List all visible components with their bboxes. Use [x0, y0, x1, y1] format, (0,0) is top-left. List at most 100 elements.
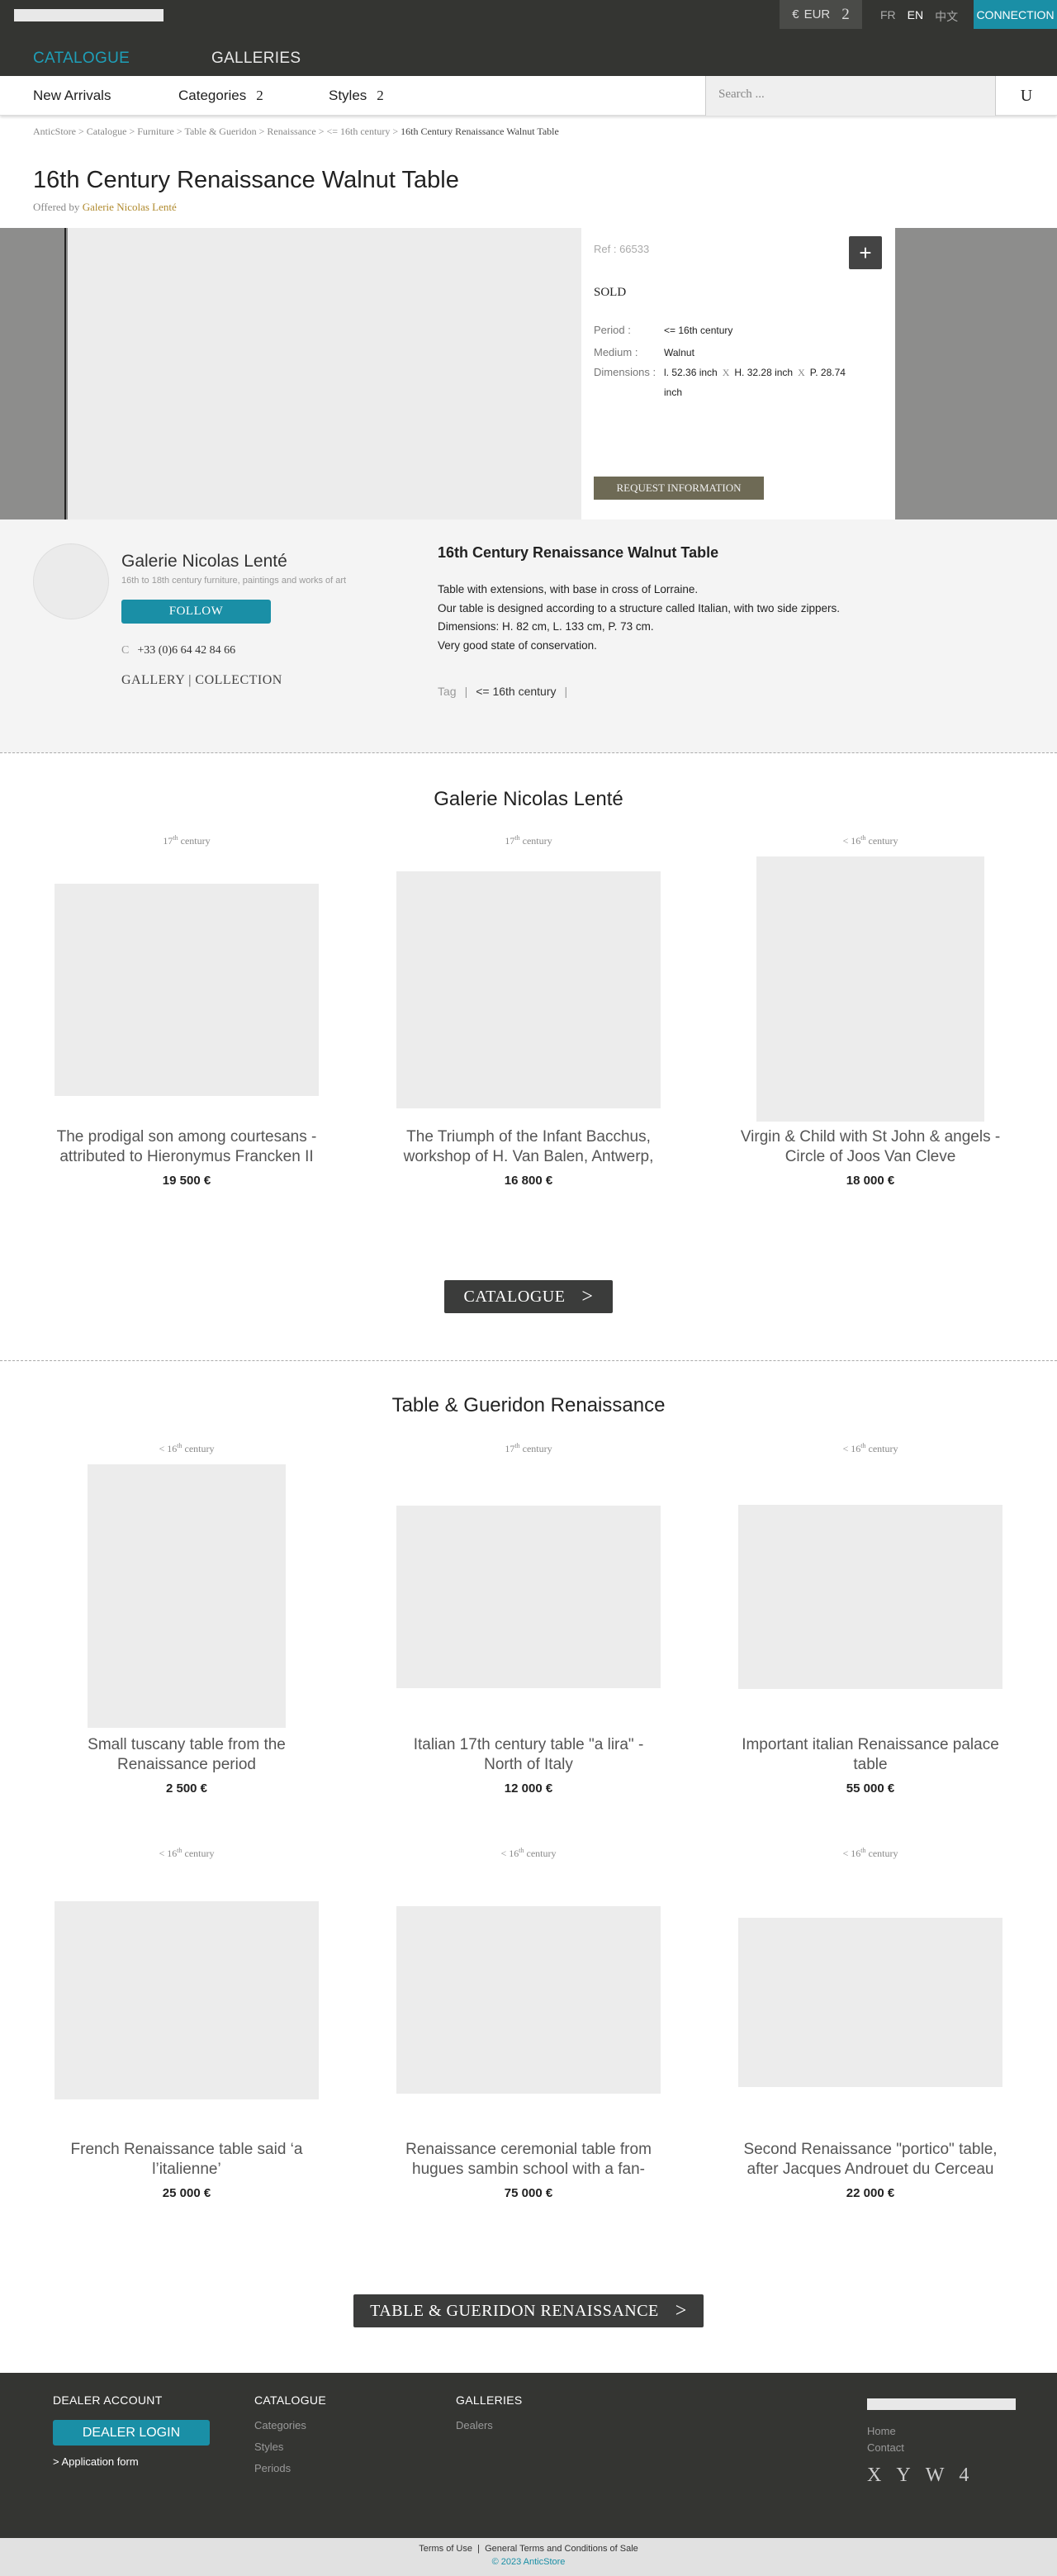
twitter-icon[interactable]: X	[867, 2465, 881, 2487]
lang-fr[interactable]: FR	[880, 8, 896, 25]
search-input[interactable]: Search ...	[705, 76, 996, 116]
footer-heading[interactable]: CATALOGUE	[254, 2393, 326, 2407]
conditions-link[interactable]: General Terms and Conditions of Sale	[485, 2544, 638, 2554]
card-title-line: Second Renaissance "portico" table,	[743, 2141, 998, 2158]
dealer-name[interactable]: Galerie Nicolas Lenté	[121, 552, 287, 572]
century-label: century	[526, 1848, 557, 1859]
phone-icon: C	[121, 644, 130, 657]
breadcrumb-item[interactable]: AnticStore	[33, 126, 76, 137]
breadcrumb-item[interactable]: Renaissance	[267, 126, 315, 137]
collection-link[interactable]: COLLECTION	[195, 673, 282, 687]
lang-zh[interactable]: 中文	[935, 8, 958, 25]
catalogue-button[interactable]: CATALOGUE >	[444, 1280, 613, 1313]
card-image[interactable]	[396, 1506, 661, 1688]
footer-heading[interactable]: GALLERIES	[456, 2393, 523, 2407]
century-suffix: th	[519, 1847, 524, 1854]
gallery-link[interactable]: GALLERY	[121, 673, 185, 687]
offered-by-label: Offered by	[33, 201, 80, 213]
subnav-categories[interactable]: Categories 2	[178, 88, 263, 104]
breadcrumb-item[interactable]: Catalogue	[87, 126, 127, 137]
card-image[interactable]	[738, 1505, 1002, 1689]
century-label: century	[522, 1443, 552, 1454]
card-price: 19 500 €	[162, 1174, 211, 1188]
application-form-link[interactable]: > Application form	[53, 2455, 139, 2468]
card-title-line: Virgin & Child with St John & angels -	[740, 1128, 1001, 1146]
breadcrumb-item[interactable]: Furniture	[137, 126, 174, 137]
footer-logo[interactable]	[867, 2398, 1016, 2410]
currency-selector[interactable]: € EUR 2	[780, 0, 862, 29]
card-title[interactable]: Virgin & Child with St John & angels - Ci…	[705, 1127, 1036, 1167]
card-title[interactable]: Renaissance ceremonial table from hugues …	[363, 2140, 694, 2180]
century-label: century	[522, 835, 552, 847]
search-icon[interactable]: U	[996, 76, 1057, 116]
youtube-icon[interactable]: Y	[896, 2465, 910, 2487]
dealer-avatar[interactable]	[33, 543, 109, 619]
tag-item[interactable]: <= 16th century	[476, 685, 556, 698]
weibo-icon[interactable]: W	[926, 2465, 945, 2487]
breadcrumb-separator: >	[78, 126, 84, 137]
dealer-link[interactable]: Galerie Nicolas Lenté	[83, 201, 177, 213]
card-title-line: after Jacques Androuet du Cerceau	[747, 2161, 994, 2178]
card-image[interactable]	[396, 871, 661, 1108]
card-title-line: attributed to Hieronymus Francken II	[59, 1148, 314, 1165]
card-title[interactable]: Second Renaissance "portico" table, after…	[705, 2140, 1036, 2180]
century-suffix: th	[860, 834, 866, 842]
breadcrumb-item[interactable]: Table & Gueridon	[184, 126, 256, 137]
description-title: 16th Century Renaissance Walnut Table	[438, 544, 719, 561]
terms-link[interactable]: Terms of Use	[419, 2544, 472, 2554]
dealer-links: GALLERY | COLLECTION	[121, 673, 282, 688]
breadcrumb-separator: >	[129, 126, 135, 137]
dimension-separator: X	[722, 367, 730, 378]
footer-link-contact[interactable]: Contact	[867, 2440, 904, 2456]
follow-button[interactable]: FOLLOW	[121, 600, 271, 624]
card-image[interactable]	[88, 1464, 286, 1728]
footer-link-periods[interactable]: Periods	[254, 2458, 326, 2479]
century-prefix: <	[842, 835, 849, 847]
breadcrumb-item[interactable]: <= 16th century	[326, 126, 390, 137]
card-title[interactable]: Small tuscany table from the Renaissance …	[21, 1735, 352, 1775]
card-image[interactable]	[55, 884, 319, 1096]
footer-link-home[interactable]: Home	[867, 2423, 904, 2440]
subnav-new-arrivals[interactable]: New Arrivals	[33, 88, 111, 104]
card-title[interactable]: The Triumph of the Infant Bacchus, worksh…	[363, 1127, 694, 1167]
card-image[interactable]	[396, 1906, 661, 2094]
dealer-login-button[interactable]: DEALER LOGIN	[53, 2420, 210, 2446]
subnav-styles[interactable]: Styles 2	[329, 88, 384, 104]
thumbnail-strip[interactable]	[0, 228, 66, 519]
card-title[interactable]: Italian 17th century table "a lira" - Nor…	[363, 1735, 694, 1775]
copyright: © 2023 AnticStore	[491, 2557, 566, 2567]
spec-value: <= 16th century	[664, 325, 733, 336]
connection-button[interactable]: CONNECTION	[974, 0, 1057, 29]
century-suffix: th	[860, 1847, 866, 1854]
description-line: Our table is designed according to a str…	[438, 601, 841, 614]
description-line: Dimensions: H. 82 cm, L. 133 cm, P. 73 c…	[438, 620, 654, 633]
footer-link-dealers[interactable]: Dealers	[456, 2415, 523, 2436]
century-number: 16	[851, 1848, 861, 1859]
card-price: 2 500 €	[165, 1781, 208, 1796]
footer-link-categories[interactable]: Categories	[254, 2415, 326, 2436]
request-information-button[interactable]: REQUEST INFORMATION	[594, 477, 764, 500]
century-number: 17	[505, 835, 515, 847]
site-logo[interactable]	[14, 9, 164, 21]
card-title-line: l’italienne’	[152, 2161, 221, 2178]
card-image[interactable]	[738, 1918, 1002, 2087]
category-button[interactable]: TABLE & GUERIDON RENAISSANCE >	[353, 2294, 704, 2327]
footer-link-styles[interactable]: Styles	[254, 2436, 326, 2458]
dealer-phone[interactable]: C +33 (0)6 64 42 84 66	[121, 644, 235, 657]
dimension-depth: P. 28.74	[809, 367, 846, 378]
product-main-image[interactable]	[68, 228, 581, 519]
card-title[interactable]: The prodigal son among courtesans - attri…	[21, 1127, 352, 1167]
category-button-label: TABLE & GUERIDON RENAISSANCE	[370, 2301, 659, 2320]
add-to-favorites-button[interactable]: +	[849, 236, 882, 269]
century-label: century	[184, 1443, 215, 1454]
instagram-icon[interactable]: 4	[959, 2465, 969, 2487]
subnav-new-arrivals-label: New Arrivals	[33, 88, 111, 103]
card-title-line: North of Italy	[484, 1756, 573, 1773]
card-image[interactable]	[756, 856, 984, 1122]
nav-catalogue[interactable]: CATALOGUE	[33, 50, 130, 68]
card-image[interactable]	[55, 1901, 319, 2099]
lang-en[interactable]: EN	[908, 8, 923, 25]
nav-galleries[interactable]: GALLERIES	[211, 50, 301, 68]
card-title[interactable]: Important italian Renaissance palace tabl…	[705, 1735, 1036, 1775]
card-title[interactable]: French Renaissance table said ‘a l’italie…	[21, 2140, 352, 2180]
